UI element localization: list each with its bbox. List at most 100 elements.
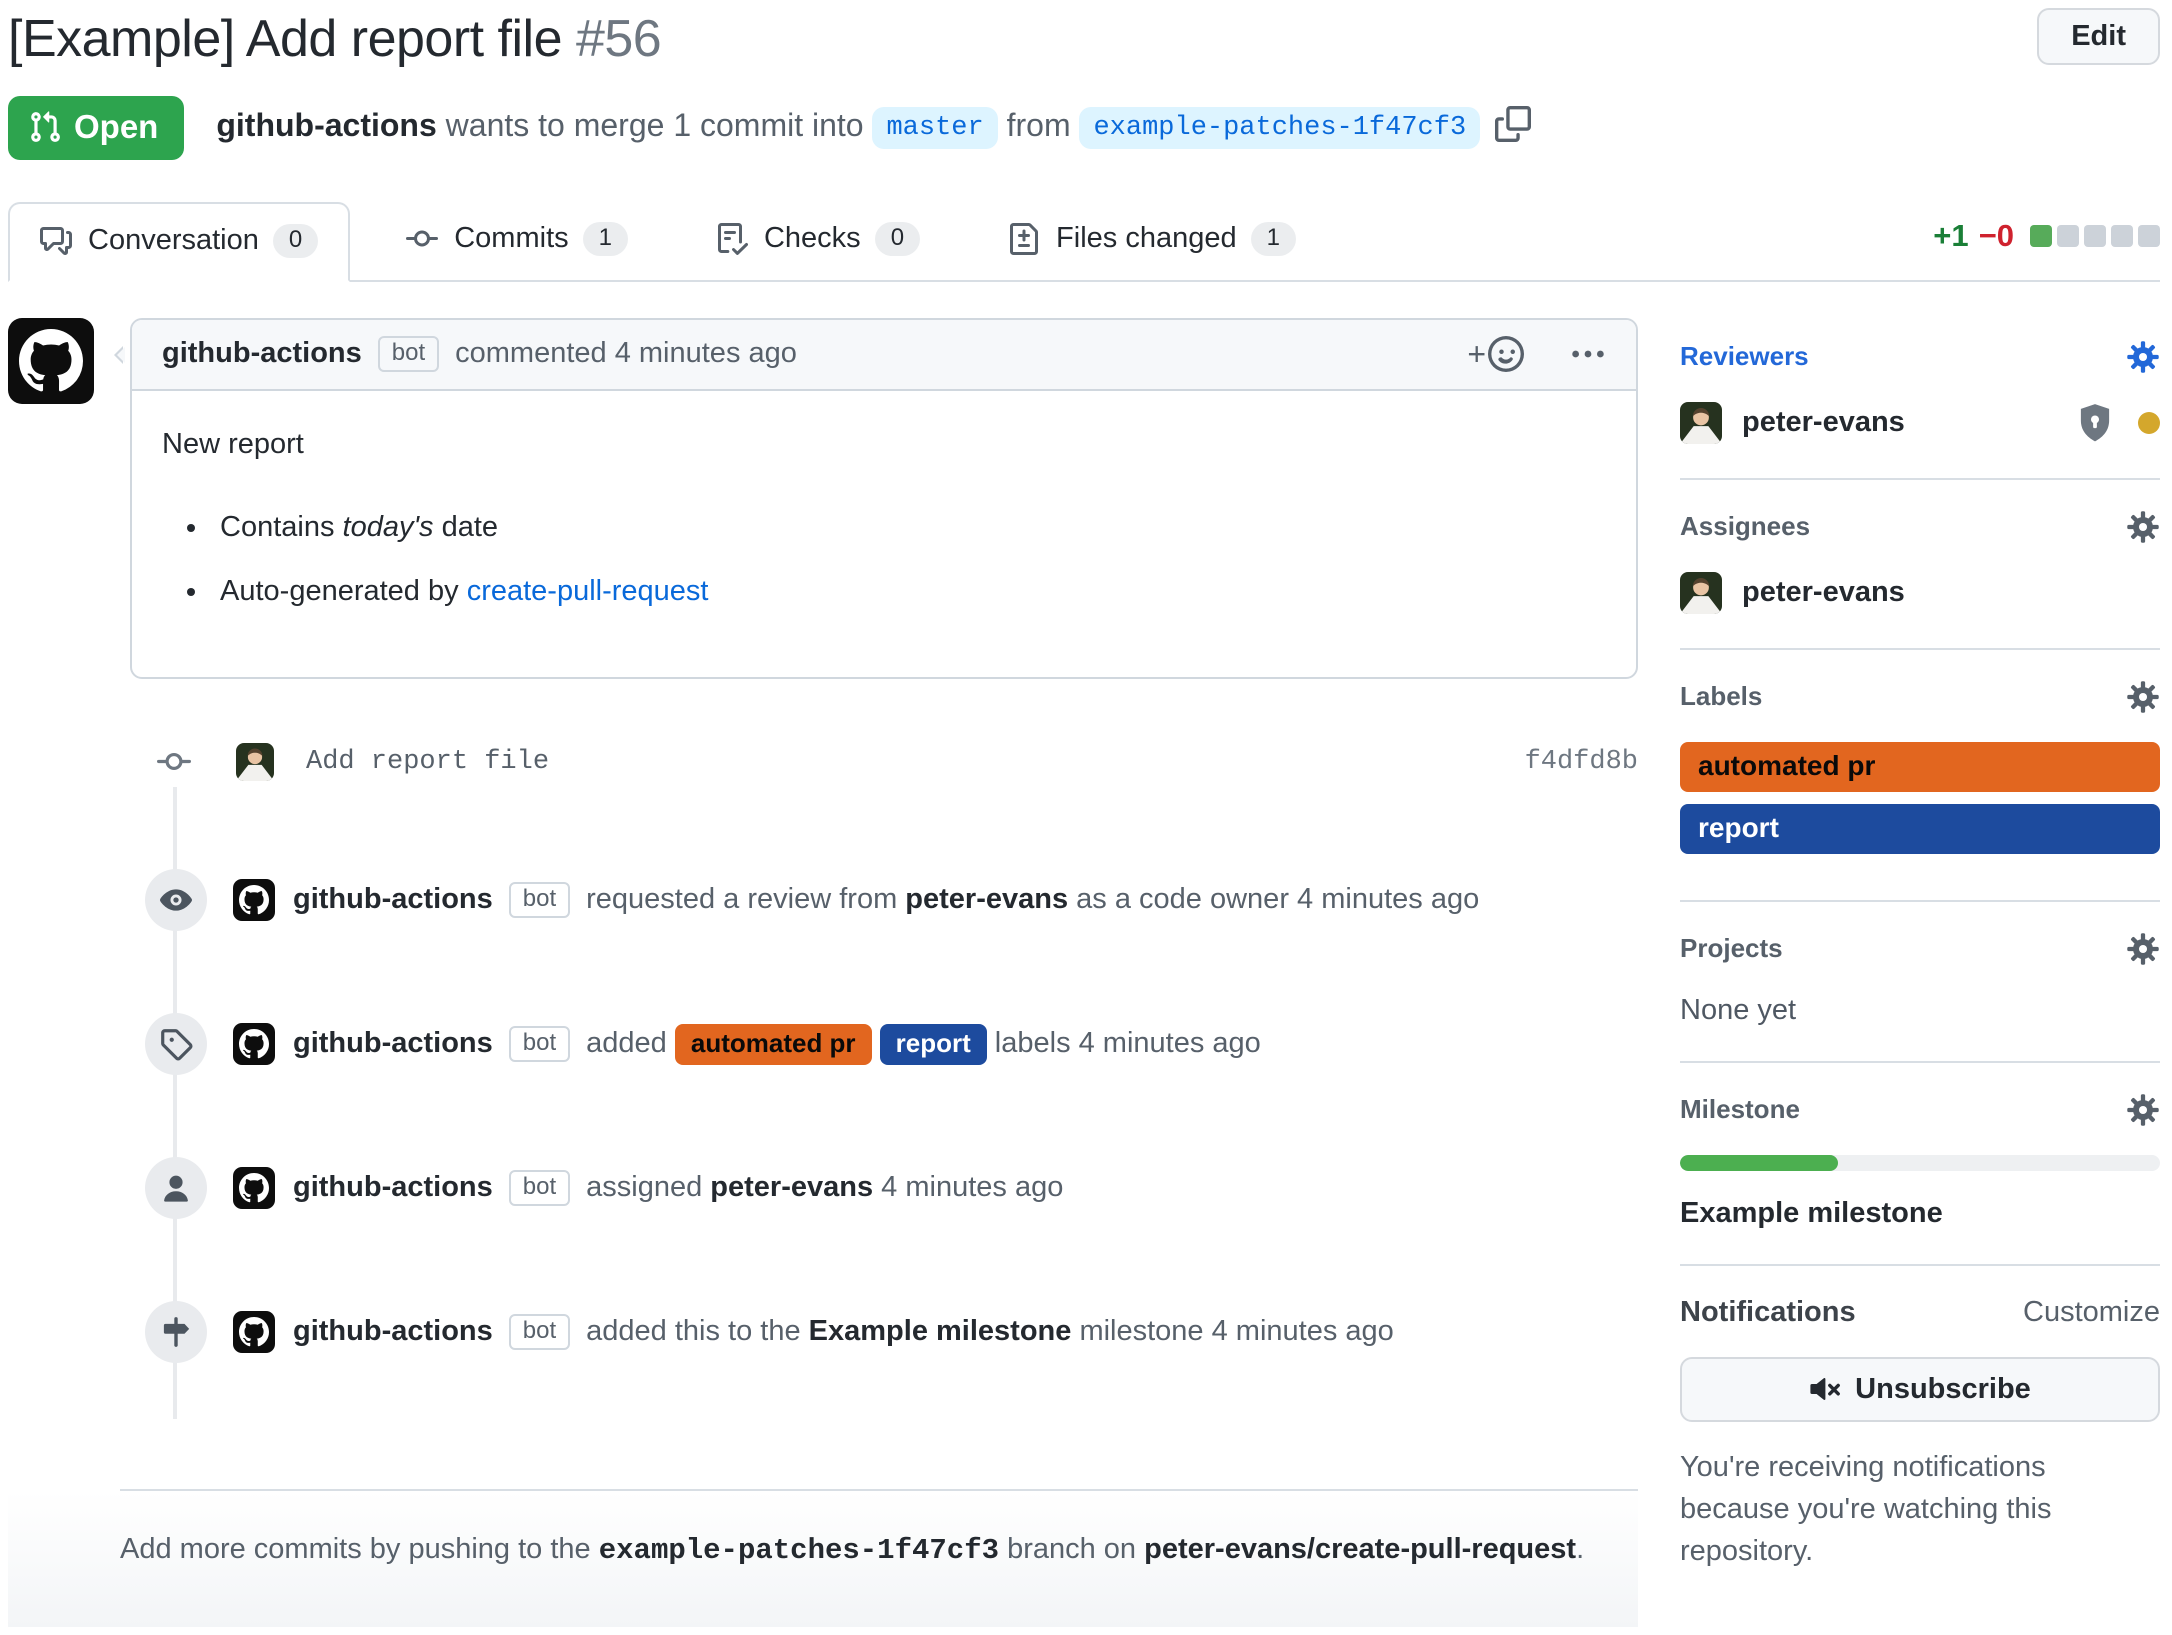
projects-header: Projects	[1680, 932, 2160, 966]
milestone-link[interactable]: Example milestone	[809, 1315, 1072, 1347]
bullet-text: Auto-generated by	[220, 575, 459, 607]
sidebar-section-notifications: Notifications Customize Unsubscribe You'…	[1680, 1266, 2160, 1635]
assignees-header: Assignees	[1680, 510, 2160, 544]
event-author-link[interactable]: github-actions	[293, 883, 493, 915]
gear-icon[interactable]	[2126, 510, 2160, 544]
comment-box: github-actionsbotcommented 4 minutes ago…	[130, 318, 1638, 680]
assignee-avatar[interactable]	[1680, 572, 1722, 614]
commit-node-icon	[150, 737, 198, 787]
github-actions-avatar[interactable]	[233, 1167, 275, 1209]
timeline-event-milestoned: github-actionsbotadded this to the Examp…	[8, 1301, 1638, 1363]
octocat-icon	[239, 1029, 269, 1059]
github-actions-avatar[interactable]	[233, 1023, 275, 1065]
copy-branch-icon[interactable]	[1495, 106, 1531, 142]
edit-button[interactable]: Edit	[2037, 8, 2160, 65]
commit-row: Add report file f4dfd8b	[8, 737, 1638, 787]
diff-block-neutral	[2111, 225, 2133, 247]
status-row: Open github-actions wants to merge 1 com…	[8, 96, 2160, 160]
reviewer-name-link[interactable]: peter-evans	[1742, 406, 1905, 439]
bullet-text: date	[442, 511, 498, 543]
title-row: [Example] Add report file #56 Edit	[8, 8, 2160, 70]
base-branch-chip[interactable]: master	[872, 107, 997, 149]
reviewers-title: Reviewers	[1680, 341, 1809, 372]
github-actions-avatar[interactable]	[8, 318, 94, 404]
assignee-name-link[interactable]: peter-evans	[1742, 576, 1905, 609]
create-pull-request-link[interactable]: create-pull-request	[467, 575, 709, 607]
label-chip-report[interactable]: report	[880, 1024, 987, 1065]
gear-icon[interactable]	[2126, 932, 2160, 966]
add-reaction-button[interactable]: +	[1467, 336, 1524, 373]
event-author-link[interactable]: github-actions	[293, 1171, 493, 1203]
timeline: Add report file f4dfd8b github-actionsbo…	[8, 737, 1638, 1419]
comment-header-actions: +	[1467, 336, 1606, 373]
tab-counter: 0	[875, 222, 920, 256]
reviewer-avatar[interactable]	[1680, 402, 1722, 444]
tab-files-changed[interactable]: Files changed 1	[976, 200, 1328, 280]
sidebar: Reviewers peter-evans Assignees	[1680, 318, 2160, 1635]
github-actions-avatar[interactable]	[233, 879, 275, 921]
notifications-header: Notifications Customize	[1680, 1296, 2160, 1329]
labels-title: Labels	[1680, 681, 1762, 712]
kebab-menu-icon[interactable]	[1570, 336, 1606, 372]
label-chip-automated-pr[interactable]: automated pr	[1680, 742, 2160, 792]
reviewers-header[interactable]: Reviewers	[1680, 340, 2160, 374]
tab-checks[interactable]: Checks 0	[684, 200, 952, 280]
comment-header: github-actionsbotcommented 4 minutes ago…	[132, 320, 1636, 391]
milestone-progress-fill	[1680, 1155, 1838, 1171]
git-commit-icon	[406, 223, 438, 255]
milestone-name-link[interactable]: Example milestone	[1680, 1197, 2160, 1230]
assignee-link[interactable]: peter-evans	[710, 1171, 873, 1203]
comment-list: Contains today's date Auto-generated by …	[162, 506, 1606, 613]
assignee-row: peter-evans	[1680, 572, 2160, 614]
reviewer-link[interactable]: peter-evans	[905, 883, 1068, 915]
checklist-icon	[716, 223, 748, 255]
octocat-icon	[19, 329, 83, 393]
user-photo-icon	[236, 743, 274, 781]
tab-commits[interactable]: Commits 1	[374, 200, 660, 280]
tab-label: Commits	[454, 222, 568, 255]
timeline-event-assigned: github-actionsbotassigned peter-evans 4 …	[8, 1157, 1638, 1219]
user-photo-icon	[1680, 402, 1722, 444]
event-author-link[interactable]: github-actions	[293, 1027, 493, 1059]
comment-author-link[interactable]: github-actions	[162, 337, 362, 369]
event-text: github-actionsbotassigned peter-evans 4 …	[293, 1170, 1063, 1206]
label-chip-report[interactable]: report	[1680, 804, 2160, 854]
event-body-text: assigned	[586, 1171, 702, 1203]
comment-paragraph: New report	[162, 423, 1606, 467]
comment-bullet: Contains today's date	[210, 506, 1606, 550]
tab-label: Conversation	[88, 224, 259, 257]
commit-author-avatar[interactable]	[236, 743, 274, 781]
merge-footer: Add more commits by pushing to the examp…	[8, 1491, 1638, 1627]
merge-from-text: from	[1007, 107, 1071, 143]
comment-meta: github-actionsbotcommented 4 minutes ago	[162, 336, 797, 372]
pull-request-page: [Example] Add report file #56 Edit Open …	[0, 8, 2172, 1635]
head-branch-chip[interactable]: example-patches-1f47cf3	[1079, 107, 1480, 149]
discussion-column: github-actionsbotcommented 4 minutes ago…	[8, 318, 1638, 1635]
person-icon	[145, 1157, 207, 1219]
tab-counter: 1	[1251, 222, 1296, 256]
event-author-link[interactable]: github-actions	[293, 1315, 493, 1347]
pr-author-link[interactable]: github-actions	[216, 107, 436, 143]
label-chip-automated-pr[interactable]: automated pr	[675, 1024, 872, 1065]
gear-icon[interactable]	[2126, 680, 2160, 714]
merge-summary: github-actions wants to merge 1 commit i…	[216, 106, 1531, 149]
milestone-icon	[145, 1301, 207, 1363]
commit-sha-link[interactable]: f4dfd8b	[1525, 747, 1638, 777]
gear-icon[interactable]	[2126, 1093, 2160, 1127]
tab-conversation[interactable]: Conversation 0	[8, 202, 350, 282]
gear-icon[interactable]	[2126, 340, 2160, 374]
github-actions-avatar[interactable]	[233, 1311, 275, 1353]
tab-counter: 0	[273, 224, 318, 258]
customize-link[interactable]: Customize	[2023, 1296, 2160, 1329]
event-body-text: requested a review from	[586, 883, 897, 915]
pr-title-text: [Example] Add report file	[8, 10, 562, 68]
comment-timestamp-link[interactable]: commented 4 minutes ago	[455, 337, 797, 369]
footer-text: .	[1576, 1533, 1584, 1565]
unsubscribe-label: Unsubscribe	[1855, 1373, 2031, 1406]
unsubscribe-button[interactable]: Unsubscribe	[1680, 1357, 2160, 1422]
octocat-icon	[239, 1173, 269, 1203]
plus-glyph: +	[1467, 336, 1486, 373]
commit-message-link[interactable]: Add report file	[306, 747, 549, 777]
diffstat[interactable]: +1 −0	[1933, 218, 2160, 280]
smiley-icon	[1488, 336, 1524, 372]
